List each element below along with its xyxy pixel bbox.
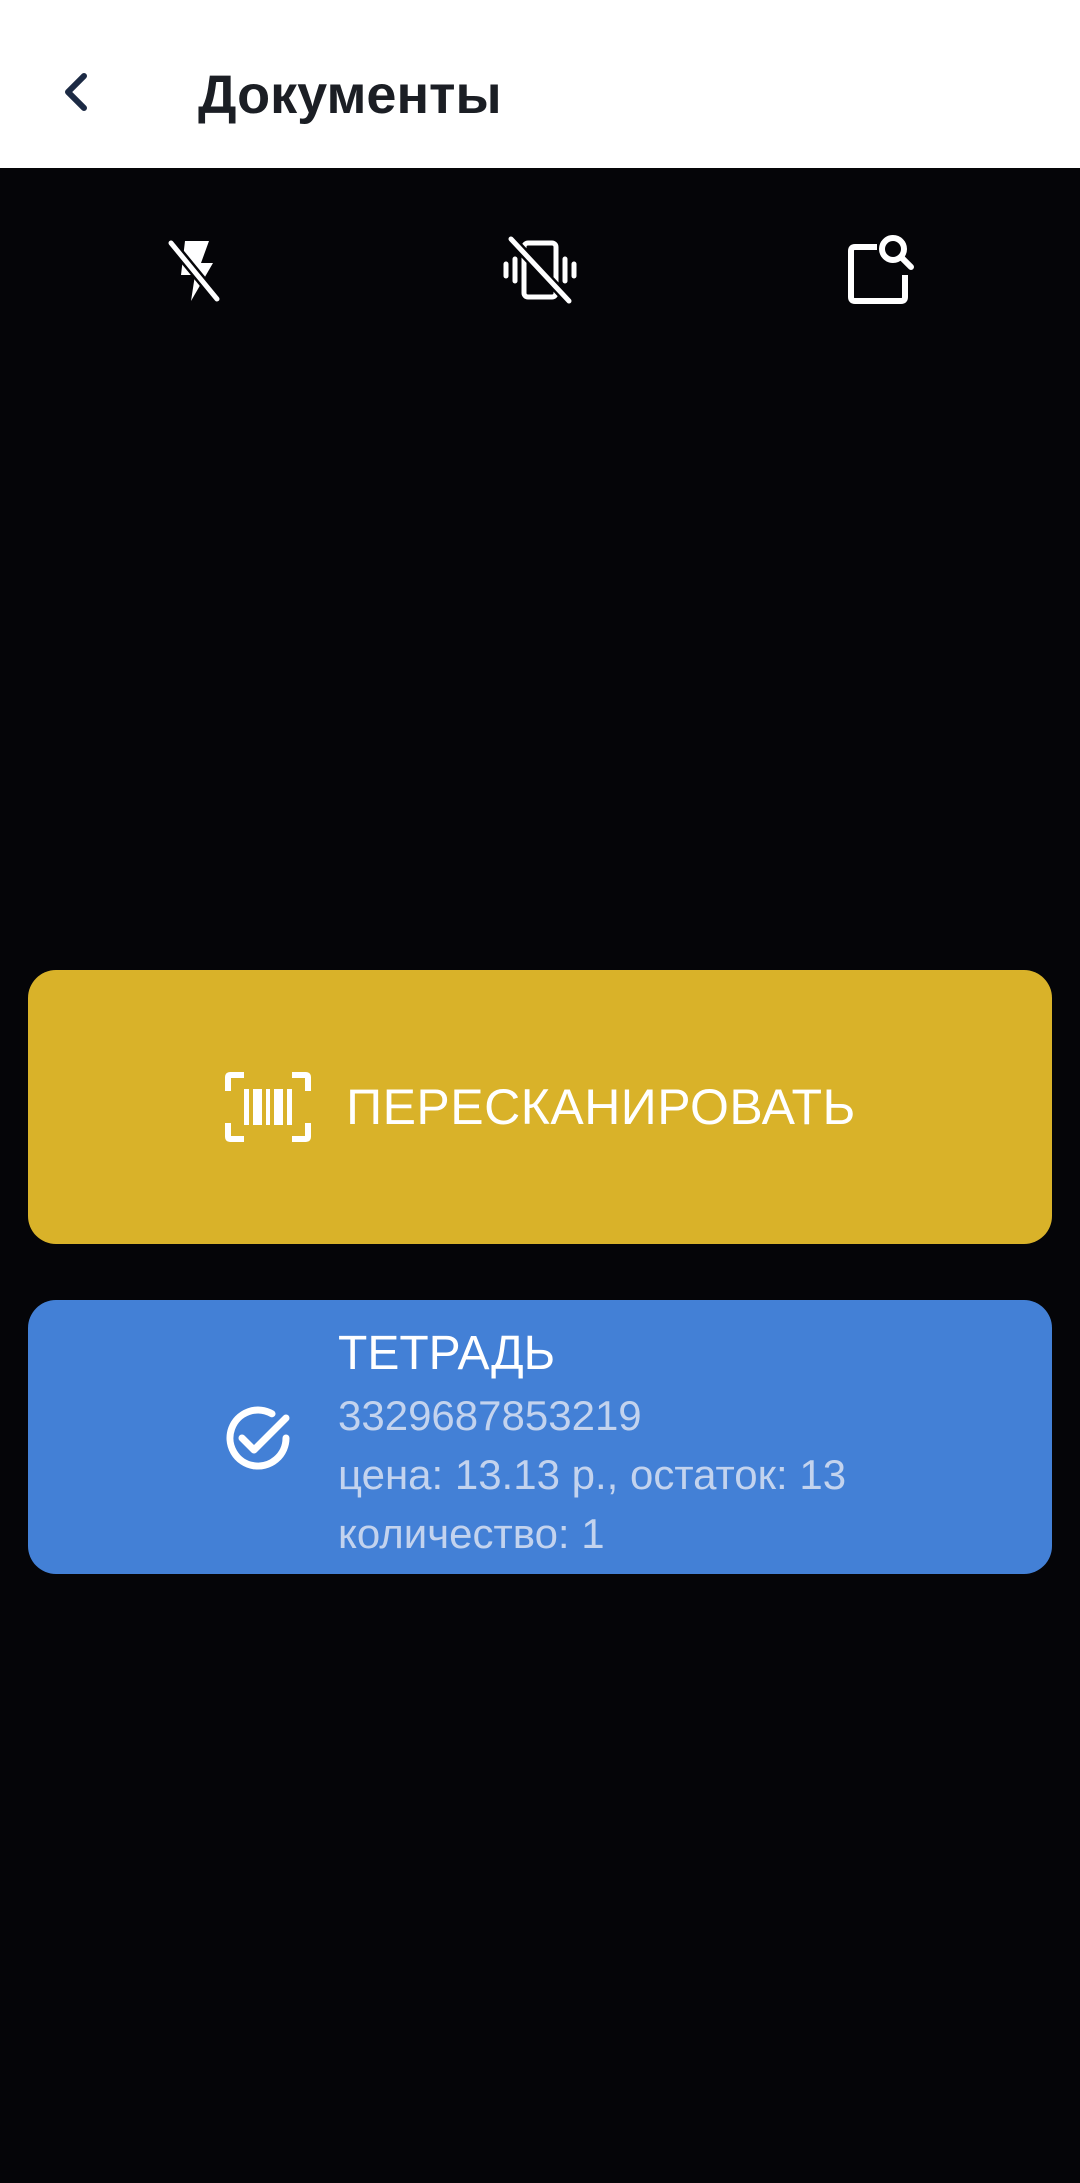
- search-screen-icon: [848, 235, 914, 304]
- chevron-left-icon: [65, 73, 87, 111]
- barcode-scan-icon: [224, 1071, 312, 1143]
- camera-toolbar: [0, 168, 1080, 358]
- check-circle-icon: [226, 1406, 290, 1470]
- vibration-off-icon: [503, 235, 577, 305]
- item-barcode: 3329687853219: [338, 1392, 642, 1439]
- item-price-stock: цена: 13.13 р., остаток: 13: [338, 1451, 847, 1498]
- scanned-item-card[interactable]: ТЕТРАДЬ 3329687853219 цена: 13.13 р., ос…: [28, 1300, 1052, 1574]
- item-details: ТЕТРАДЬ 3329687853219 цена: 13.13 р., ос…: [338, 1322, 846, 1563]
- vibration-toggle-button[interactable]: [492, 222, 588, 318]
- flash-off-icon: [167, 239, 221, 303]
- page-title: Документы: [198, 65, 502, 125]
- app-bar: Документы: [0, 0, 1080, 168]
- back-button[interactable]: [40, 54, 116, 130]
- item-title: ТЕТРАДЬ: [338, 1327, 556, 1380]
- rescan-label: ПЕРЕСКАНИРОВАТЬ: [346, 1079, 856, 1135]
- rescan-button[interactable]: ПЕРЕСКАНИРОВАТЬ: [28, 970, 1052, 1244]
- scanner-screen: Документы ПЕРЕСКАНИРОВАТЬ ТЕТРАДЬ 332968…: [0, 0, 1080, 2183]
- flash-toggle-button[interactable]: [146, 222, 242, 318]
- search-screen-button[interactable]: [832, 222, 928, 318]
- item-quantity: количество: 1: [338, 1510, 605, 1557]
